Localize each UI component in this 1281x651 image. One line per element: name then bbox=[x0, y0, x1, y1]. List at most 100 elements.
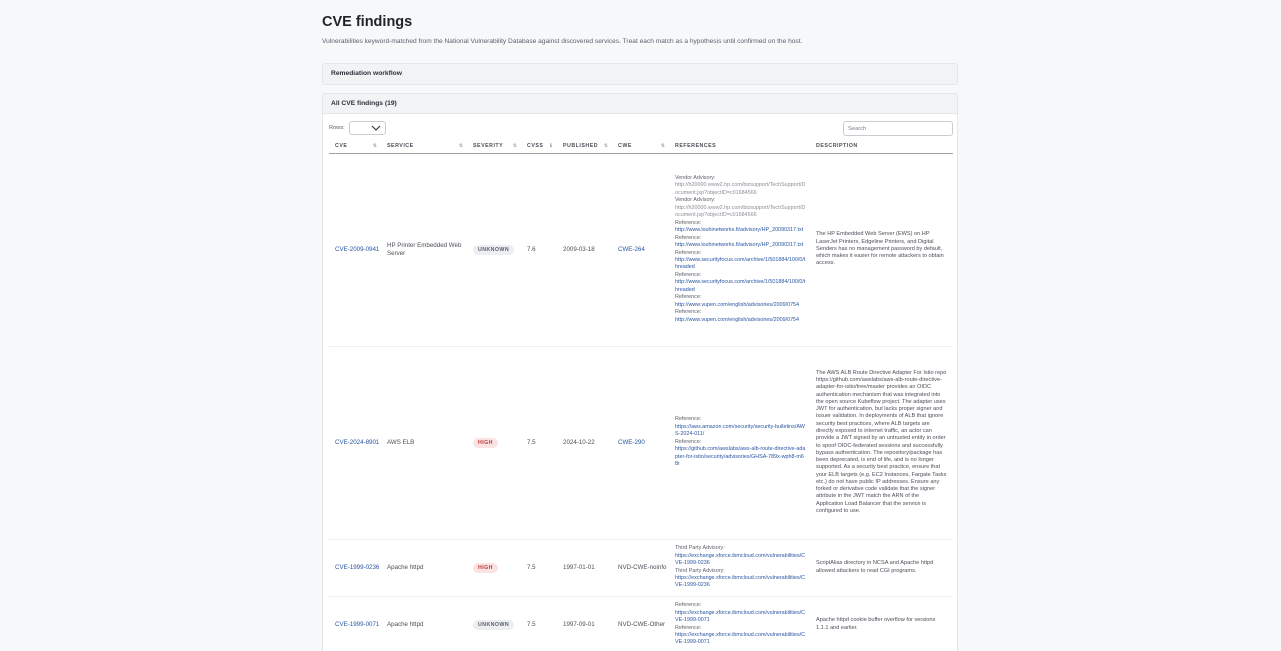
service-cell: AWS ELB bbox=[381, 346, 467, 540]
reference-link[interactable]: https://github.com/awslabs/aws-alb-route… bbox=[675, 446, 806, 468]
table-row: CVE-2024-8901 AWS ELB HIGH 7.5 2024-10-22 CWE… bbox=[329, 346, 953, 540]
cwe-cell: CWE-290 bbox=[612, 346, 669, 540]
cwe-link[interactable]: CWE-290 bbox=[618, 439, 645, 446]
published-cell: 1997-09-01 bbox=[557, 596, 612, 651]
reference-link[interactable]: http://www.louhinetworks.fi/advisory/HP_… bbox=[675, 242, 806, 249]
remediation-workflow-panel[interactable]: Remediation workflow bbox=[322, 63, 958, 85]
rows-per-page-select[interactable] bbox=[349, 121, 386, 135]
severity-badge: UNKNOWN bbox=[473, 619, 515, 630]
cwe-cell: NVD-CWE-noinfo bbox=[612, 539, 669, 597]
search-input[interactable] bbox=[843, 121, 953, 136]
table-body: CVE-2009-0941 HP Printer Embedded Web Ser… bbox=[329, 153, 953, 651]
reference-link[interactable]: http://www.securityfocus.com/archive/1/5… bbox=[675, 257, 806, 272]
column-header-label: PUBLISHED bbox=[563, 142, 599, 149]
reference-label: Reference: bbox=[675, 309, 702, 316]
description-cell: Apache httpd cookie buffer overflow for … bbox=[810, 596, 953, 651]
reference-label: Reference: bbox=[675, 271, 702, 278]
column-header-service[interactable]: SERVICE ⇅ bbox=[381, 139, 467, 154]
column-header-published[interactable]: PUBLISHED ⇅ bbox=[557, 139, 612, 154]
cwe-link: NVD-CWE-noinfo bbox=[618, 563, 667, 571]
severity-cell: HIGH bbox=[467, 539, 521, 597]
description-cell: ScriptAlias directory in NCSA and Apache… bbox=[810, 539, 953, 597]
column-header-label: CWE bbox=[618, 142, 632, 149]
cve-cell: CVE-2024-8901 bbox=[329, 346, 381, 540]
column-header-label: SEVERITY bbox=[473, 142, 504, 149]
references-cell: Reference: https://exchange.xforce.ibmclo… bbox=[669, 596, 810, 651]
severity-cell: UNKNOWN bbox=[467, 596, 521, 651]
table-controls: Rows: bbox=[329, 121, 953, 136]
cve-findings-header[interactable]: All CVE findings (19) bbox=[323, 94, 957, 114]
reference-link[interactable]: http://www.vupen.com/english/advisories/… bbox=[675, 302, 806, 309]
description-cell: The AWS ALB Route Directive Adapter For … bbox=[810, 346, 953, 540]
column-header-cvss[interactable]: CVSS ⇂ bbox=[521, 139, 557, 154]
cve-table: CVE ⇅ SERVICE ⇅ SEVERITY ⇅ CVSS ⇂ PUBLISHED ⇅ CWE ⇅… bbox=[329, 139, 953, 651]
sort-icon: ⇅ bbox=[458, 143, 463, 149]
severity-badge: HIGH bbox=[473, 562, 498, 573]
reference-link[interactable]: https://exchange.xforce.ibmcloud.com/vul… bbox=[675, 632, 806, 647]
cve-findings-panel: All CVE findings (19) Rows: CVE ⇅ SERVICE ⇅… bbox=[322, 93, 958, 651]
cve-link[interactable]: CVE-2009-0941 bbox=[335, 246, 379, 253]
cvss-cell: 7.6 bbox=[521, 153, 557, 347]
table-row: CVE-1999-0071 Apache httpd UNKNOWN 7.5 1997-… bbox=[329, 596, 953, 651]
remediation-workflow-header[interactable]: Remediation workflow bbox=[323, 64, 957, 84]
description-cell: The HP Embedded Web Server (EWS) on HP L… bbox=[810, 153, 953, 347]
references-cell: Vendor Advisory: http://h20000.www2.hp.co… bbox=[669, 153, 810, 347]
cvss-cell: 7.5 bbox=[521, 596, 557, 651]
page-subtitle: Vulnerabilities keyword-matched from the… bbox=[322, 38, 803, 45]
service-cell: HP Printer Embedded Web Server bbox=[381, 153, 467, 347]
sort-icon: ⇅ bbox=[603, 143, 608, 149]
column-header-label: SERVICE bbox=[387, 142, 414, 149]
reference-label: Third Party Advisory: bbox=[675, 567, 725, 574]
reference-link[interactable]: https://aws.amazon.com/security/security… bbox=[675, 424, 806, 439]
column-header-cwe[interactable]: CWE ⇅ bbox=[612, 139, 669, 154]
table-row: CVE-2009-0941 HP Printer Embedded Web Ser… bbox=[329, 153, 953, 347]
reference-link[interactable]: http://www.louhinetworks.fi/advisory/HP_… bbox=[675, 227, 806, 234]
reference-label: Third Party Advisory: bbox=[675, 545, 725, 552]
cwe-cell: NVD-CWE-Other bbox=[612, 596, 669, 651]
reference-label: Reference: bbox=[675, 234, 702, 241]
table-header-row: CVE ⇅ SERVICE ⇅ SEVERITY ⇅ CVSS ⇂ PUBLISHED ⇅ CWE ⇅… bbox=[329, 139, 953, 154]
rows-label: Rows: bbox=[329, 125, 345, 131]
reference-link[interactable]: https://exchange.xforce.ibmcloud.com/vul… bbox=[675, 553, 806, 568]
reference-label: Reference: bbox=[675, 219, 702, 226]
reference-label: Reference: bbox=[675, 438, 702, 445]
service-cell: Apache httpd bbox=[381, 596, 467, 651]
reference-link[interactable]: http://www.securityfocus.com/archive/1/5… bbox=[675, 279, 806, 294]
published-cell: 1997-01-01 bbox=[557, 539, 612, 597]
severity-badge: HIGH bbox=[473, 437, 498, 448]
reference-link[interactable]: http://h20000.www2.hp.com/bizsupport/Tec… bbox=[675, 182, 806, 197]
cve-cell: CVE-2009-0941 bbox=[329, 153, 381, 347]
reference-label: Vendor Advisory: bbox=[675, 174, 716, 181]
published-cell: 2009-03-18 bbox=[557, 153, 612, 347]
cve-link[interactable]: CVE-1999-0071 bbox=[335, 621, 379, 628]
cve-link[interactable]: CVE-2024-8901 bbox=[335, 439, 379, 446]
reference-link[interactable]: https://exchange.xforce.ibmcloud.com/vul… bbox=[675, 610, 806, 625]
references-cell: Third Party Advisory: https://exchange.xf… bbox=[669, 539, 810, 597]
chevron-down-icon bbox=[371, 125, 381, 131]
cve-cell: CVE-1999-0071 bbox=[329, 596, 381, 651]
severity-badge: UNKNOWN bbox=[473, 244, 515, 255]
page-title: CVE findings bbox=[322, 14, 413, 30]
cwe-link: NVD-CWE-Other bbox=[618, 620, 666, 628]
cve-link[interactable]: CVE-1999-0236 bbox=[335, 564, 379, 571]
column-header-references[interactable]: REFERENCES bbox=[669, 139, 810, 154]
reference-link[interactable]: http://h20000.www2.hp.com/bizsupport/Tec… bbox=[675, 205, 806, 220]
reference-label: Reference: bbox=[675, 249, 702, 256]
reference-label: Reference: bbox=[675, 416, 702, 423]
column-header-label: CVSS bbox=[527, 142, 544, 149]
cvss-cell: 7.5 bbox=[521, 346, 557, 540]
cve-cell: CVE-1999-0236 bbox=[329, 539, 381, 597]
reference-link[interactable]: http://www.vupen.com/english/advisories/… bbox=[675, 317, 806, 324]
column-header-severity[interactable]: SEVERITY ⇅ bbox=[467, 139, 521, 154]
column-header-cve[interactable]: CVE ⇅ bbox=[329, 139, 381, 154]
reference-label: Reference: bbox=[675, 294, 702, 301]
cwe-link[interactable]: CWE-264 bbox=[618, 246, 645, 253]
reference-link[interactable]: https://exchange.xforce.ibmcloud.com/vul… bbox=[675, 575, 806, 590]
reference-label: Vendor Advisory: bbox=[675, 197, 716, 204]
table-row: CVE-1999-0236 Apache httpd HIGH 7.5 1997-01-… bbox=[329, 539, 953, 597]
severity-cell: HIGH bbox=[467, 346, 521, 540]
reference-label: Reference: bbox=[675, 602, 702, 609]
sort-icon: ⇅ bbox=[372, 143, 377, 149]
sort-desc-icon: ⇂ bbox=[548, 143, 553, 149]
column-header-description[interactable]: DESCRIPTION bbox=[810, 139, 953, 154]
